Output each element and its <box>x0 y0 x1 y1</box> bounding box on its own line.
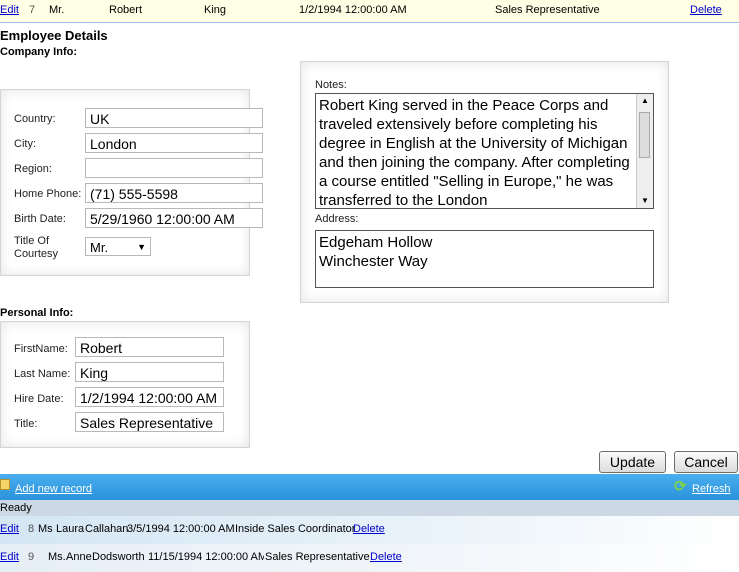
company-info-panel: Country: UK City: London Region: Home Ph… <box>0 89 263 276</box>
add-new-record-link[interactable]: Add new record <box>15 483 92 495</box>
row-courtesy: Mr. <box>49 4 65 16</box>
notes-label: Notes: <box>315 79 347 91</box>
refresh-link[interactable]: Refresh <box>692 483 731 495</box>
row-hire-date: 11/15/1994 12:00:00 AM <box>148 551 264 563</box>
row-last-name: Callahan <box>85 523 129 535</box>
home-phone-input[interactable]: (71) 555-5598 <box>85 183 263 203</box>
region-label: Region: <box>14 163 52 175</box>
chevron-down-icon[interactable]: ▼ <box>137 238 146 255</box>
page-title: Employee Details <box>0 28 108 43</box>
row-hire-date: 1/2/1994 12:00:00 AM <box>299 4 407 16</box>
first-name-label: FirstName: <box>14 343 68 355</box>
title-of-courtesy-label: Title Of Courtesy <box>14 235 59 260</box>
edit-link[interactable]: Edit <box>0 551 19 563</box>
row-courtesy: Ms. <box>48 551 66 563</box>
personal-info-heading: Personal Info: <box>0 307 74 319</box>
row-id: 9 <box>28 551 35 563</box>
home-phone-label: Home Phone: <box>14 188 82 200</box>
update-button[interactable]: Update <box>599 451 666 473</box>
row-last-name: Dodsworth <box>92 551 145 563</box>
address-line-1: Edgeham Hollow <box>319 234 433 251</box>
row-title: Inside Sales Coordinator <box>235 523 356 535</box>
company-info-heading: Company Info: <box>0 46 77 58</box>
delete-link[interactable]: Delete <box>353 523 385 535</box>
row-title: Sales Representative <box>495 4 600 16</box>
edit-link[interactable]: Edit <box>0 523 19 535</box>
city-input[interactable]: London <box>85 133 263 153</box>
row-first-name: Anne <box>66 551 92 563</box>
row-courtesy: Ms <box>38 523 53 535</box>
first-name-input[interactable]: Robert <box>75 337 224 357</box>
row-id: 7 <box>29 4 36 16</box>
address-textarea[interactable]: Edgeham Hollow Winchester Way <box>315 230 654 288</box>
birth-date-label: Birth Date: <box>14 213 66 225</box>
birth-date-input[interactable]: 5/29/1960 12:00:00 AM <box>85 208 263 228</box>
country-input[interactable]: UK <box>85 108 263 128</box>
personal-info-panel: FirstName: Robert Last Name: King Hire D… <box>0 321 250 448</box>
command-bar: Add new record ⟳ Refresh <box>0 474 739 500</box>
title-input[interactable]: Sales Representative <box>75 412 224 432</box>
cancel-button[interactable]: Cancel <box>674 451 738 473</box>
address-line-2: Winchester Way <box>319 253 428 270</box>
hire-date-label: Hire Date: <box>14 393 64 405</box>
edit-link[interactable]: Edit <box>0 4 19 16</box>
last-name-input[interactable]: King <box>75 362 224 382</box>
table-row: Edit 9 Ms. Anne Dodsworth 11/15/1994 12:… <box>0 544 739 572</box>
delete-link[interactable]: Delete <box>690 4 722 16</box>
row-id: 8 <box>28 523 35 535</box>
title-of-courtesy-select[interactable]: Mr. ▼ <box>85 237 151 256</box>
arrow-up-icon[interactable]: ▲ <box>637 94 653 108</box>
row-first-name: Robert <box>109 4 143 16</box>
notes-textarea[interactable]: Robert King served in the Peace Corps an… <box>315 93 654 209</box>
refresh-icon[interactable]: ⟳ <box>674 477 687 495</box>
notes-text: Robert King served in the Peace Corps an… <box>319 97 630 209</box>
city-label: City: <box>14 138 36 150</box>
table-row: Edit 8 Ms Laura Callahan 3/5/1994 12:00:… <box>0 516 739 544</box>
scrollbar-thumb[interactable] <box>639 112 650 158</box>
row-first-name: Laura <box>56 523 85 535</box>
last-name-label: Last Name: <box>14 368 71 380</box>
delete-link[interactable]: Delete <box>370 551 402 563</box>
add-record-icon[interactable] <box>0 479 10 490</box>
hire-date-input[interactable]: 1/2/1994 12:00:00 AM <box>75 387 224 407</box>
title-label: Title: <box>14 418 38 430</box>
title-of-courtesy-value: Mr. <box>90 240 109 255</box>
grid-row-editing: Edit 7 Mr. Robert King 1/2/1994 12:00:00… <box>0 0 739 23</box>
row-hire-date: 3/5/1994 12:00:00 AM <box>127 523 235 535</box>
address-label: Address: <box>315 213 359 225</box>
status-bar: Ready <box>0 500 739 516</box>
region-input[interactable] <box>85 158 263 178</box>
arrow-down-icon[interactable]: ▼ <box>637 194 653 208</box>
notes-address-panel: Notes: Robert King served in the Peace C… <box>300 61 669 303</box>
country-label: Country: <box>14 113 56 125</box>
notes-scrollbar[interactable]: ▲ ▼ <box>636 94 653 208</box>
row-title: Sales Representative <box>265 551 370 563</box>
row-last-name: King <box>204 4 227 16</box>
